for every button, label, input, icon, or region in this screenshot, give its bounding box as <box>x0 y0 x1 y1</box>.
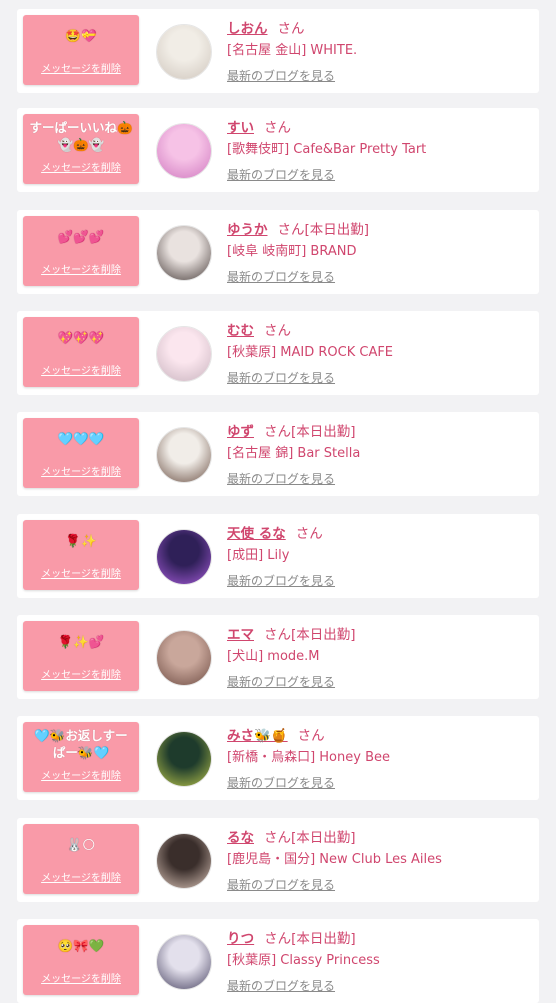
avatar[interactable] <box>156 427 212 483</box>
message-bubble[interactable]: すーぱーいいね🎃 👻🎃👻 メッセージを削除 <box>23 114 139 184</box>
latest-blog-link[interactable]: 最新のブログを見る <box>227 268 335 285</box>
honorific: さん <box>295 526 323 542</box>
list-item: 🌹✨ メッセージを削除 天使 るな さん [成田] Lily 最新のブログを見る <box>17 514 539 598</box>
honorific: さん <box>264 931 292 947</box>
shop-label: [鹿児島・国分] New Club Les Ailes <box>227 852 442 867</box>
message-text: 🐰🌕 <box>66 837 96 852</box>
message-text: 🩵🩵🩵 <box>57 431 105 446</box>
shop-label: [歌舞伎町] Cafe&Bar Pretty Tart <box>227 142 427 157</box>
list-item: すーぱーいいね🎃 👻🎃👻 メッセージを削除 すい さん [歌舞伎町] Cafe&B… <box>17 108 539 192</box>
list-item: 🤩💝 メッセージを削除 しおん さん [名古屋 金山] WHITE. 最新のブログ… <box>17 9 539 93</box>
avatar[interactable] <box>156 630 212 686</box>
cast-name-link[interactable]: るな <box>227 830 254 846</box>
honorific: さん <box>264 627 291 643</box>
message-bubble[interactable]: 🐰🌕 メッセージを削除 <box>23 824 139 894</box>
shop-label: [成田] Lily <box>227 548 290 563</box>
latest-blog-link[interactable]: 最新のブログを見る <box>227 774 335 791</box>
delete-message-link[interactable]: メッセージを削除 <box>23 767 139 782</box>
message-text: 💖💖💖 <box>57 330 105 345</box>
list-item: 🌹✨💕 メッセージを削除 エマ さん[本日出勤] [犬山] mode.M 最新のブ… <box>17 615 539 699</box>
list-item: 💖💖💖 メッセージを削除 むむ さん [秋葉原] MAID ROCK CAFE 最… <box>17 311 539 395</box>
message-bubble[interactable]: 🩵🐝お返しすー ぱー🐝🩵 メッセージを削除 <box>23 722 139 792</box>
latest-blog-link[interactable]: 最新のブログを見る <box>227 876 335 893</box>
cast-name-link[interactable]: 天使 るな <box>227 526 286 542</box>
shop-label: [名古屋 錦] Bar Stella <box>227 446 361 461</box>
work-today-badge: [本日出勤] <box>291 627 356 643</box>
latest-blog-link[interactable]: 最新のブログを見る <box>227 166 335 183</box>
avatar[interactable] <box>156 326 212 382</box>
list-item: 🥺🎀💚 メッセージを削除 りつ さん[本日出勤] [秋葉原] Classy Pri… <box>17 919 539 1003</box>
shop-label: [犬山] mode.M <box>227 649 320 664</box>
message-bubble[interactable]: 🌹✨💕 メッセージを削除 <box>23 621 139 691</box>
shop-label: [岐阜 岐南町] BRAND <box>227 244 357 259</box>
message-bubble[interactable]: 💖💖💖 メッセージを削除 <box>23 317 139 387</box>
latest-blog-link[interactable]: 最新のブログを見る <box>227 673 335 690</box>
work-today-badge: [本日出勤] <box>291 931 356 947</box>
message-text: すーぱーいいね🎃 👻🎃👻 <box>29 120 133 152</box>
list-item: 🩵🐝お返しすー ぱー🐝🩵 メッセージを削除 みさ🐝🍯 さん [新橋・烏森口] Ho… <box>17 716 539 800</box>
message-text: 🌹✨ <box>65 533 97 548</box>
shop-label: [名古屋 金山] WHITE. <box>227 43 358 58</box>
message-text: 🥺🎀💚 <box>57 938 105 953</box>
avatar[interactable] <box>156 529 212 585</box>
message-text: 🌹✨💕 <box>57 634 105 649</box>
cast-name-link[interactable]: みさ🐝🍯 <box>227 728 288 744</box>
cast-name-link[interactable]: りつ <box>227 931 254 947</box>
cast-name-link[interactable]: しおん <box>227 21 268 37</box>
message-text: 💕💕💕 <box>57 229 105 244</box>
delete-message-link[interactable]: メッセージを削除 <box>23 565 139 580</box>
delete-message-link[interactable]: メッセージを削除 <box>23 666 139 681</box>
latest-blog-link[interactable]: 最新のブログを見る <box>227 470 335 487</box>
honorific: さん <box>277 222 305 238</box>
work-today-badge: [本日出勤] <box>291 424 356 440</box>
delete-message-link[interactable]: メッセージを削除 <box>23 60 139 75</box>
honorific: さん <box>277 21 305 37</box>
delete-message-link[interactable]: メッセージを削除 <box>23 261 139 276</box>
cast-name-link[interactable]: すい <box>227 120 254 136</box>
latest-blog-link[interactable]: 最新のブログを見る <box>227 977 335 994</box>
message-bubble[interactable]: 💕💕💕 メッセージを削除 <box>23 216 139 286</box>
delete-message-link[interactable]: メッセージを削除 <box>23 159 139 174</box>
delete-message-link[interactable]: メッセージを削除 <box>23 362 139 377</box>
list-item: 🐰🌕 メッセージを削除 るな さん[本日出勤] [鹿児島・国分] New Club… <box>17 818 539 902</box>
message-bubble[interactable]: 🌹✨ メッセージを削除 <box>23 520 139 590</box>
avatar[interactable] <box>156 833 212 889</box>
avatar[interactable] <box>156 225 212 281</box>
message-text: 🩵🐝お返しすー ぱー🐝🩵 <box>34 728 128 760</box>
delete-message-link[interactable]: メッセージを削除 <box>23 970 139 985</box>
cast-name-link[interactable]: ゆうか <box>227 222 268 238</box>
message-text: 🤩💝 <box>65 28 97 43</box>
avatar[interactable] <box>156 731 212 787</box>
honorific: さん <box>264 120 291 136</box>
latest-blog-link[interactable]: 最新のブログを見る <box>227 369 335 386</box>
avatar[interactable] <box>156 123 212 179</box>
honorific: さん <box>264 830 291 846</box>
avatar[interactable] <box>156 934 212 990</box>
list-item: 💕💕💕 メッセージを削除 ゆうか さん[本日出勤] [岐阜 岐南町] BRAND … <box>17 210 539 294</box>
work-today-badge: [本日出勤] <box>304 222 370 238</box>
avatar[interactable] <box>156 24 212 80</box>
honorific: さん <box>297 728 325 744</box>
cast-name-link[interactable]: ゆず <box>227 424 254 440</box>
shop-label: [秋葉原] Classy Princess <box>227 953 380 968</box>
cast-name-link[interactable]: むむ <box>227 323 254 339</box>
honorific: さん <box>264 323 291 339</box>
shop-label: [秋葉原] MAID ROCK CAFE <box>227 345 394 360</box>
work-today-badge: [本日出勤] <box>291 830 356 846</box>
latest-blog-link[interactable]: 最新のブログを見る <box>227 67 335 84</box>
cast-name-link[interactable]: エマ <box>227 627 254 643</box>
shop-label: [新橋・烏森口] Honey Bee <box>227 750 390 765</box>
honorific: さん <box>264 424 291 440</box>
delete-message-link[interactable]: メッセージを削除 <box>23 463 139 478</box>
message-bubble[interactable]: 🤩💝 メッセージを削除 <box>23 15 139 85</box>
message-bubble[interactable]: 🥺🎀💚 メッセージを削除 <box>23 925 139 995</box>
delete-message-link[interactable]: メッセージを削除 <box>23 869 139 884</box>
message-bubble[interactable]: 🩵🩵🩵 メッセージを削除 <box>23 418 139 488</box>
list-item: 🩵🩵🩵 メッセージを削除 ゆず さん[本日出勤] [名古屋 錦] Bar Stel… <box>17 412 539 496</box>
latest-blog-link[interactable]: 最新のブログを見る <box>227 572 335 589</box>
